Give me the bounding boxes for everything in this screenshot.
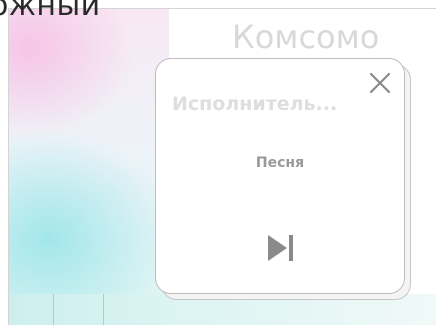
- strip-divider: [103, 294, 104, 325]
- background-heading-left: ожный: [0, 0, 101, 23]
- song-title: Песня: [255, 155, 305, 171]
- background-artwork: [9, 9, 169, 294]
- skip-next-icon: [268, 235, 293, 261]
- skip-next-button[interactable]: [263, 231, 297, 265]
- close-icon[interactable]: [368, 71, 392, 95]
- strip-divider: [53, 294, 54, 325]
- background-heading-right: Комсомо: [232, 18, 380, 56]
- artist-name: Исполнитель...: [172, 93, 338, 115]
- now-playing-popup: Исполнитель... Песня: [155, 58, 405, 294]
